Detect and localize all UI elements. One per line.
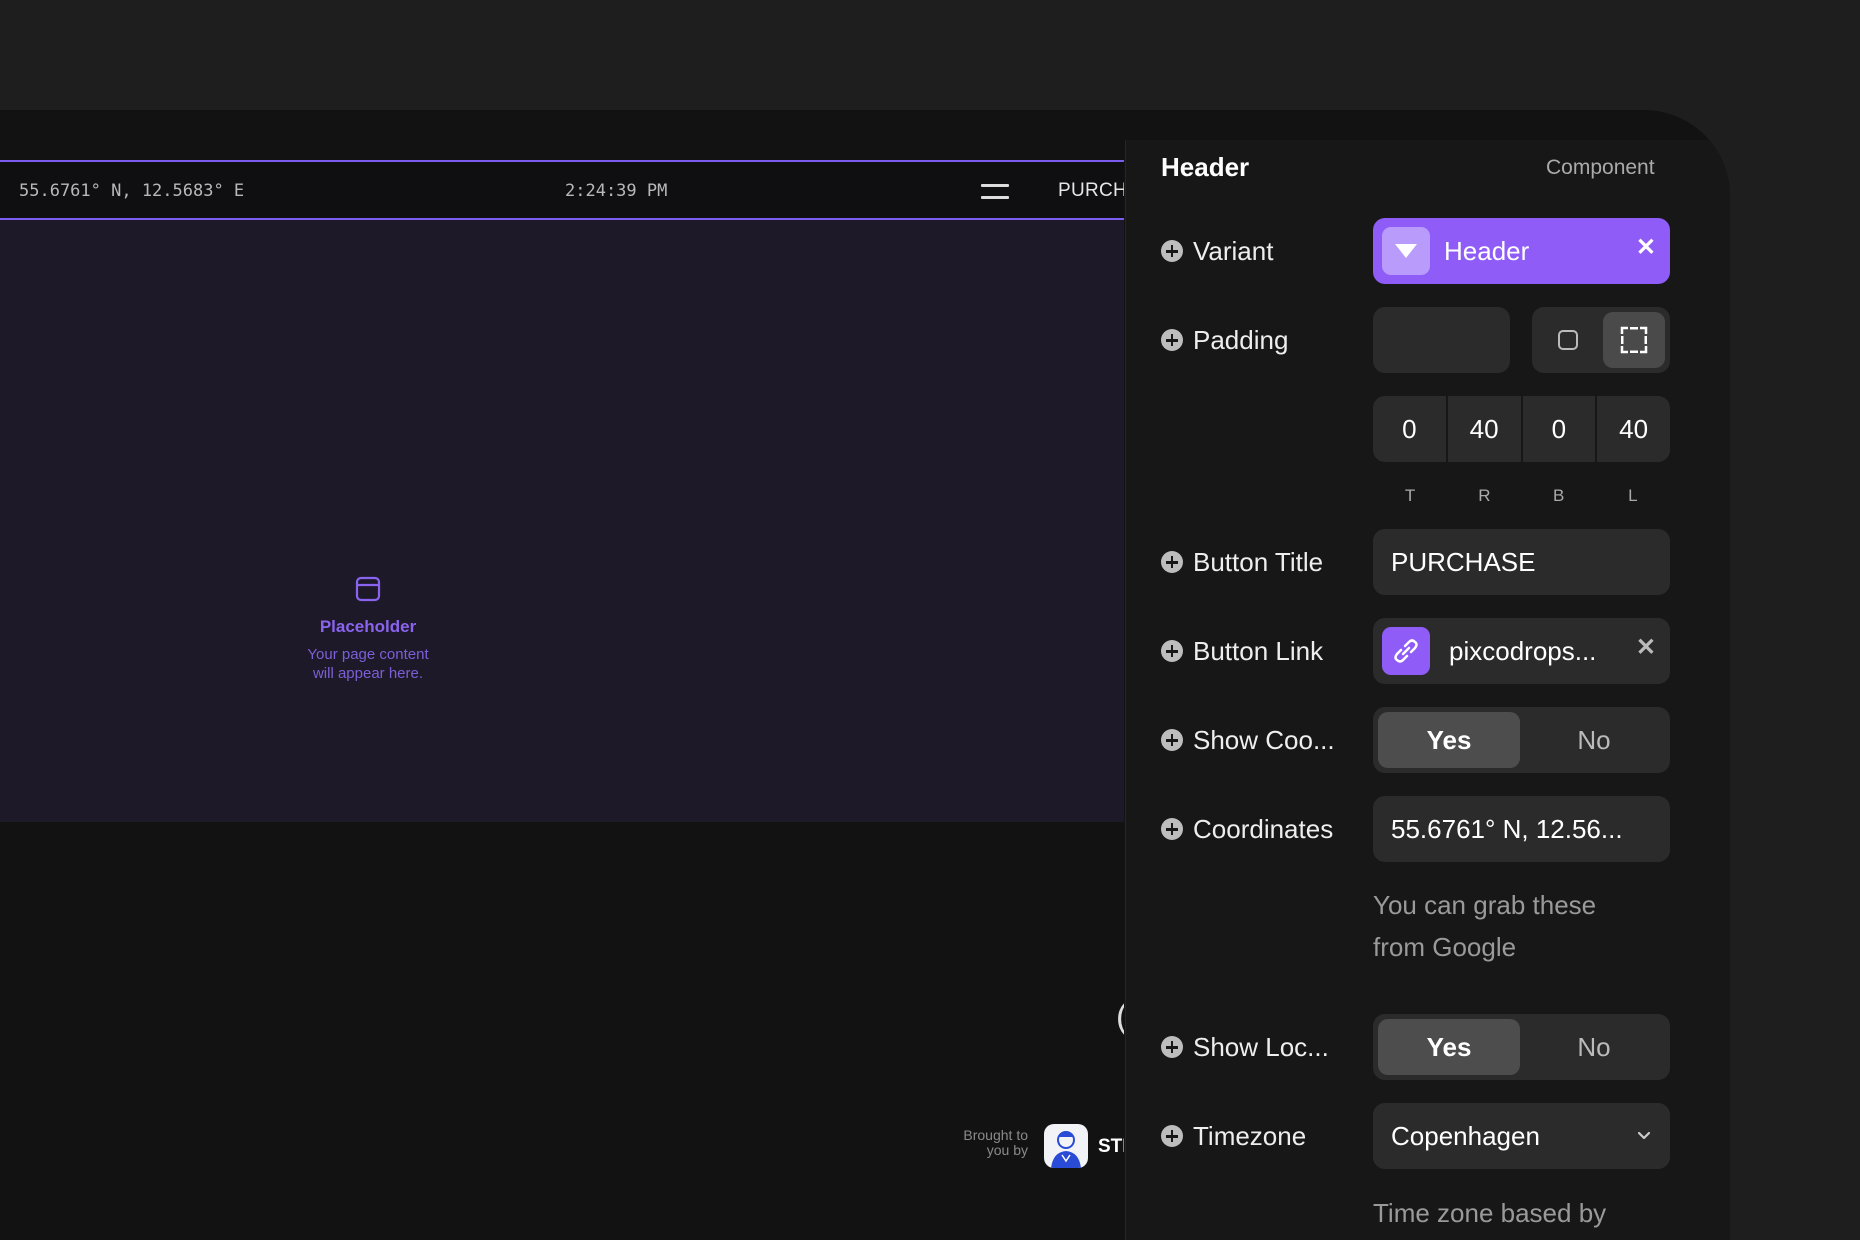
padding-mode-toggle[interactable] — [1532, 307, 1670, 373]
preview-coordinates: 55.6761° N, 12.5683° E — [19, 181, 245, 201]
coordinates-input[interactable]: 55.6761° N, 12.56... — [1373, 796, 1670, 862]
show-location-toggle[interactable]: Yes No — [1373, 1014, 1670, 1080]
padding-left-value: 40 — [1619, 414, 1649, 444]
editor-window: 55.6761° N, 12.5683° E 2:24:39 PM PURCH … — [0, 110, 1730, 1240]
triangle-down-icon — [1395, 244, 1417, 258]
show-coordinates-label-text: Show Coo... — [1193, 724, 1335, 755]
placeholder-subtitle-line1: Your page content — [307, 646, 429, 663]
padding-right-input[interactable]: 40 — [1448, 396, 1523, 462]
plus-circle-icon[interactable] — [1161, 640, 1183, 662]
panel-kind: Component — [1546, 156, 1655, 179]
button-title-input[interactable]: PURCHASE — [1373, 529, 1670, 595]
close-icon[interactable]: ✕ — [1636, 633, 1656, 662]
padding-top-input[interactable]: 0 — [1373, 396, 1448, 462]
window-icon — [355, 576, 381, 602]
brand-name[interactable]: STI — [1098, 1136, 1124, 1158]
show-location-no[interactable]: No — [1523, 1019, 1665, 1075]
preview-content: Placeholder Your page content will appea… — [0, 220, 1124, 822]
timezone-select[interactable]: Copenhagen — [1373, 1103, 1670, 1169]
side-label-bottom: B — [1552, 486, 1565, 505]
padding-values: 0 40 0 40 — [1373, 396, 1670, 462]
variant-label[interactable]: Variant — [1161, 236, 1273, 266]
show-coordinates-no[interactable]: No — [1523, 712, 1665, 768]
button-title-value: PURCHASE — [1391, 547, 1536, 577]
padding-label-text: Padding — [1193, 324, 1289, 355]
menu-icon[interactable] — [981, 182, 1009, 200]
brought-line2: you by — [986, 1142, 1028, 1158]
timezone-label[interactable]: Timezone — [1161, 1121, 1306, 1151]
padding-uniform-input[interactable] — [1373, 307, 1510, 373]
padding-bottom-input[interactable]: 0 — [1523, 396, 1598, 462]
show-location-label[interactable]: Show Loc... — [1161, 1032, 1329, 1062]
plus-circle-icon[interactable] — [1161, 240, 1183, 262]
padding-individual-icon[interactable] — [1603, 312, 1665, 368]
plus-circle-icon[interactable] — [1161, 551, 1183, 573]
button-title-label[interactable]: Button Title — [1161, 547, 1323, 577]
show-location-label-text: Show Loc... — [1193, 1031, 1329, 1062]
timezone-label-text: Timezone — [1193, 1120, 1307, 1151]
coordinates-label[interactable]: Coordinates — [1161, 814, 1333, 844]
timezone-value: Copenhagen — [1391, 1121, 1540, 1151]
plus-circle-icon[interactable] — [1161, 729, 1183, 751]
brought-line1: Brought to — [963, 1127, 1028, 1143]
placeholder-subtitle: Your page content will appear here. — [268, 645, 468, 683]
coordinates-value: 55.6761° N, 12.56... — [1391, 814, 1623, 844]
timezone-hint: Time zone based by — [1373, 1198, 1607, 1228]
placeholder-subtitle-line2: will appear here. — [312, 665, 424, 682]
side-label-left: L — [1628, 486, 1638, 505]
avatar[interactable] — [1044, 1124, 1088, 1168]
side-label-right: R — [1478, 486, 1491, 505]
padding-right-value: 40 — [1469, 414, 1499, 444]
cut-off-glyph: ( — [1116, 998, 1124, 1037]
link-icon — [1382, 627, 1430, 675]
coordinates-hint-line1: You can grab these — [1373, 890, 1597, 920]
button-title-label-text: Button Title — [1193, 546, 1324, 577]
plus-circle-icon[interactable] — [1161, 1036, 1183, 1058]
variant-chip — [1382, 227, 1430, 275]
panel-title: Header — [1161, 152, 1250, 182]
plus-circle-icon[interactable] — [1161, 329, 1183, 351]
variant-value: Header — [1444, 236, 1530, 266]
chevron-down-icon — [1634, 1125, 1654, 1150]
button-link-value: pixcodrops... — [1449, 636, 1597, 666]
padding-bottom-value: 0 — [1551, 414, 1567, 444]
coordinates-hint: You can grab these from Google — [1373, 884, 1670, 968]
preview-purchase-button[interactable]: PURCH — [1058, 180, 1124, 202]
show-location-yes[interactable]: Yes — [1378, 1019, 1520, 1075]
coordinates-hint-line2: from Google — [1373, 932, 1517, 962]
show-coordinates-toggle[interactable]: Yes No — [1373, 707, 1670, 773]
padding-top-value: 0 — [1402, 414, 1417, 444]
inspector-panel: Header Component Variant Header ✕ Paddin… — [1125, 140, 1730, 1240]
padding-side-labels: T R B L — [1373, 486, 1670, 506]
show-coordinates-label[interactable]: Show Coo... — [1161, 725, 1335, 755]
button-link-label-text: Button Link — [1193, 635, 1324, 666]
show-coordinates-yes[interactable]: Yes — [1378, 712, 1520, 768]
preview-header[interactable]: 55.6761° N, 12.5683° E 2:24:39 PM PURCH — [0, 160, 1124, 220]
button-link-field[interactable]: pixcodrops... ✕ — [1373, 618, 1670, 684]
plus-circle-icon[interactable] — [1161, 1125, 1183, 1147]
plus-circle-icon[interactable] — [1161, 818, 1183, 840]
close-icon[interactable]: ✕ — [1636, 233, 1656, 262]
coordinates-label-text: Coordinates — [1193, 813, 1334, 844]
button-link-label[interactable]: Button Link — [1161, 636, 1323, 666]
variant-label-text: Variant — [1193, 235, 1274, 266]
variant-select[interactable]: Header ✕ — [1373, 218, 1670, 284]
placeholder: Placeholder Your page content will appea… — [268, 576, 468, 683]
preview-clock: 2:24:39 PM — [565, 181, 668, 201]
padding-label[interactable]: Padding — [1161, 325, 1288, 355]
brought-by-text: Brought to you by — [948, 1128, 1028, 1158]
padding-uniform-icon[interactable] — [1537, 312, 1599, 368]
placeholder-title: Placeholder — [319, 617, 417, 636]
padding-left-input[interactable]: 40 — [1597, 396, 1670, 462]
canvas-preview[interactable]: 55.6761° N, 12.5683° E 2:24:39 PM PURCH … — [0, 110, 1124, 1240]
side-label-top: T — [1404, 486, 1416, 505]
